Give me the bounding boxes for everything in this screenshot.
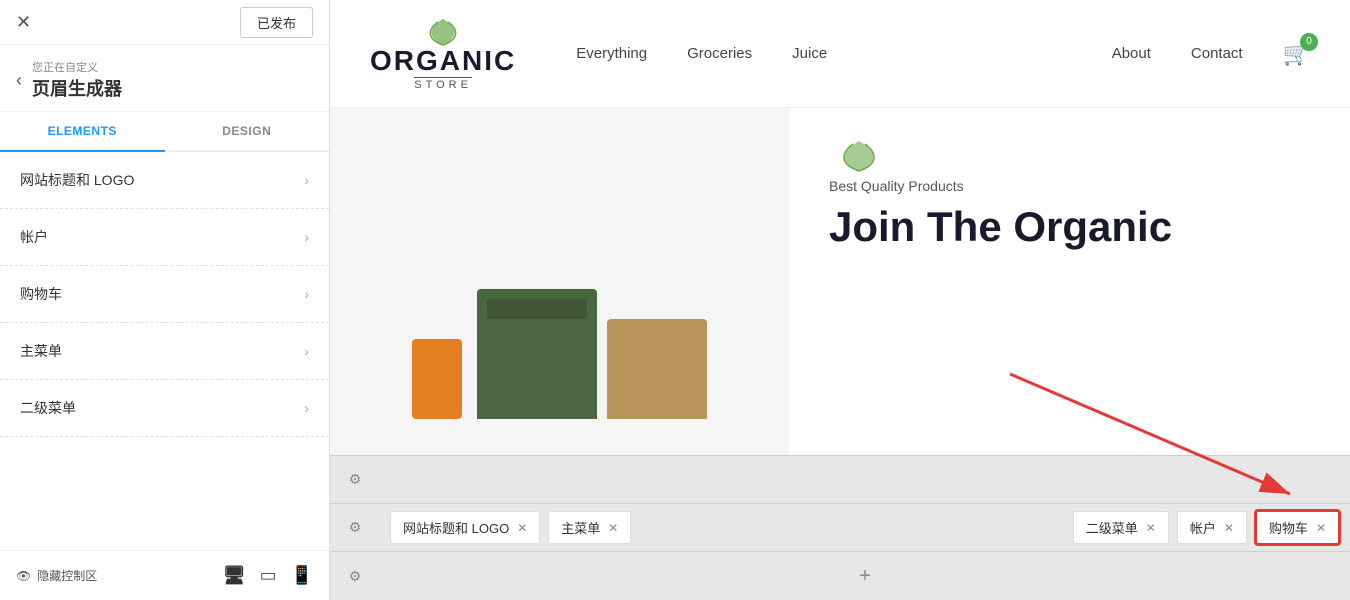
chip-account-label: 帐户	[1190, 518, 1216, 537]
menu-item-logo-label: 网站标题和 LOGO	[20, 170, 134, 190]
menu-item-sub-menu-arrow: ›	[304, 400, 309, 416]
chip-cart[interactable]: 购物车 ✕	[1255, 510, 1340, 545]
mobile-icon[interactable]: 📱	[291, 565, 313, 586]
top-bar: ✕ 已发布	[0, 0, 329, 45]
chip-main-menu-close[interactable]: ✕	[608, 521, 618, 535]
left-panel: ✕ 已发布 ‹ 您正在自定义 页眉生成器 ELEMENTS DESIGN 网站标…	[0, 0, 330, 600]
back-arrow[interactable]: ‹	[16, 70, 22, 91]
desktop-icon[interactable]: 🖥	[223, 565, 246, 586]
builder-row-1-content	[380, 474, 1350, 486]
builder-row-2-gear[interactable]: ⚙	[330, 509, 380, 546]
nav-juice[interactable]: Juice	[792, 45, 827, 62]
product-bottle	[412, 339, 462, 419]
menu-item-main-menu-arrow: ›	[304, 343, 309, 359]
menu-item-logo[interactable]: 网站标题和 LOGO ›	[0, 152, 329, 209]
builder-row-3: ⚙ +	[330, 552, 1350, 600]
tabs-row: ELEMENTS DESIGN	[0, 112, 329, 152]
right-area: ORGANIC STORE Everything Groceries Juice…	[330, 0, 1350, 600]
menu-item-account-arrow: ›	[304, 229, 309, 245]
builder-overlay: ⚙ ⚙ 网站标题和 LOGO ✕ 主菜单 ✕ 二级菜单 ✕	[330, 455, 1350, 600]
site-header: ORGANIC STORE Everything Groceries Juice…	[330, 0, 1350, 108]
chip-account[interactable]: 帐户 ✕	[1177, 511, 1247, 544]
tab-design[interactable]: DESIGN	[165, 112, 330, 150]
logo-store: STORE	[414, 77, 472, 91]
chip-logo-label: 网站标题和 LOGO	[403, 518, 509, 537]
panel-header: ‹ 您正在自定义 页眉生成器	[0, 45, 329, 112]
panel-subtitle: 您正在自定义	[32, 59, 122, 75]
hide-panel-label: 隐藏控制区	[37, 567, 97, 584]
logo-name: ORGANIC	[370, 47, 516, 75]
menu-item-sub-menu[interactable]: 二级菜单 ›	[0, 380, 329, 437]
cart-icon-wrap[interactable]: 🛒 0	[1283, 41, 1310, 67]
product-bag-brown	[607, 319, 707, 419]
nav-contact[interactable]: Contact	[1191, 45, 1243, 62]
hero-leaf-icon	[829, 138, 1310, 178]
chip-logo[interactable]: 网站标题和 LOGO ✕	[390, 511, 540, 544]
chip-cart-close[interactable]: ✕	[1316, 521, 1326, 535]
chip-logo-close[interactable]: ✕	[517, 521, 527, 535]
tab-elements[interactable]: ELEMENTS	[0, 112, 165, 152]
builder-row-1-gear[interactable]: ⚙	[330, 461, 380, 498]
device-icons: 🖥 ▭ 📱	[223, 565, 313, 586]
builder-row-3-plus[interactable]: +	[380, 565, 1350, 588]
panel-title-area: 您正在自定义 页眉生成器	[32, 59, 122, 101]
menu-items-list: 网站标题和 LOGO › 帐户 › 购物车 › 主菜单 › 二级菜单 ›	[0, 152, 329, 550]
builder-row-1: ⚙	[330, 456, 1350, 504]
menu-item-sub-menu-label: 二级菜单	[20, 398, 76, 418]
builder-row-2: ⚙ 网站标题和 LOGO ✕ 主菜单 ✕ 二级菜单 ✕ 帐户 ✕	[330, 504, 1350, 552]
hide-panel-button[interactable]: 👁 隐藏控制区	[16, 567, 97, 584]
product-bag-green	[477, 289, 597, 419]
menu-item-account-label: 帐户	[20, 227, 48, 247]
menu-item-cart[interactable]: 购物车 ›	[0, 266, 329, 323]
nav-right: About Contact 🛒 0	[1112, 41, 1310, 67]
chip-sub-menu[interactable]: 二级菜单 ✕	[1073, 511, 1169, 544]
chip-main-menu-label: 主菜单	[561, 518, 600, 537]
logo-leaf-svg	[418, 17, 468, 47]
bottom-bar: 👁 隐藏控制区 🖥 ▭ 📱	[0, 550, 329, 600]
hero-products	[392, 269, 727, 439]
nav-about[interactable]: About	[1112, 45, 1151, 62]
chip-sub-menu-label: 二级菜单	[1086, 518, 1138, 537]
menu-item-main-menu-label: 主菜单	[20, 341, 62, 361]
menu-item-main-menu[interactable]: 主菜单 ›	[0, 323, 329, 380]
hero-title: Join The Organic	[829, 204, 1310, 250]
chip-account-close[interactable]: ✕	[1224, 521, 1234, 535]
menu-item-account[interactable]: 帐户 ›	[0, 209, 329, 266]
chip-sub-menu-close[interactable]: ✕	[1146, 521, 1156, 535]
logo-text: ORGANIC STORE	[370, 47, 516, 91]
tablet-icon[interactable]: ▭	[260, 565, 277, 586]
nav-links: Everything Groceries Juice	[576, 45, 1111, 62]
publish-button[interactable]: 已发布	[240, 7, 313, 38]
chip-main-menu[interactable]: 主菜单 ✕	[548, 511, 631, 544]
hero-subtitle: Best Quality Products	[829, 178, 1310, 194]
close-button[interactable]: ✕	[16, 12, 31, 33]
cart-badge: 0	[1300, 33, 1318, 51]
menu-item-logo-arrow: ›	[304, 172, 309, 188]
builder-row-3-gear[interactable]: ⚙	[330, 558, 380, 595]
builder-row-2-content: 网站标题和 LOGO ✕ 主菜单 ✕ 二级菜单 ✕ 帐户 ✕	[380, 504, 1350, 551]
eye-icon: 👁	[16, 569, 31, 583]
panel-title: 页眉生成器	[32, 75, 122, 101]
nav-everything[interactable]: Everything	[576, 45, 647, 62]
chip-cart-label: 购物车	[1269, 518, 1308, 537]
nav-groceries[interactable]: Groceries	[687, 45, 752, 62]
logo-area: ORGANIC STORE	[370, 17, 516, 91]
menu-item-cart-label: 购物车	[20, 284, 62, 304]
menu-item-cart-arrow: ›	[304, 286, 309, 302]
